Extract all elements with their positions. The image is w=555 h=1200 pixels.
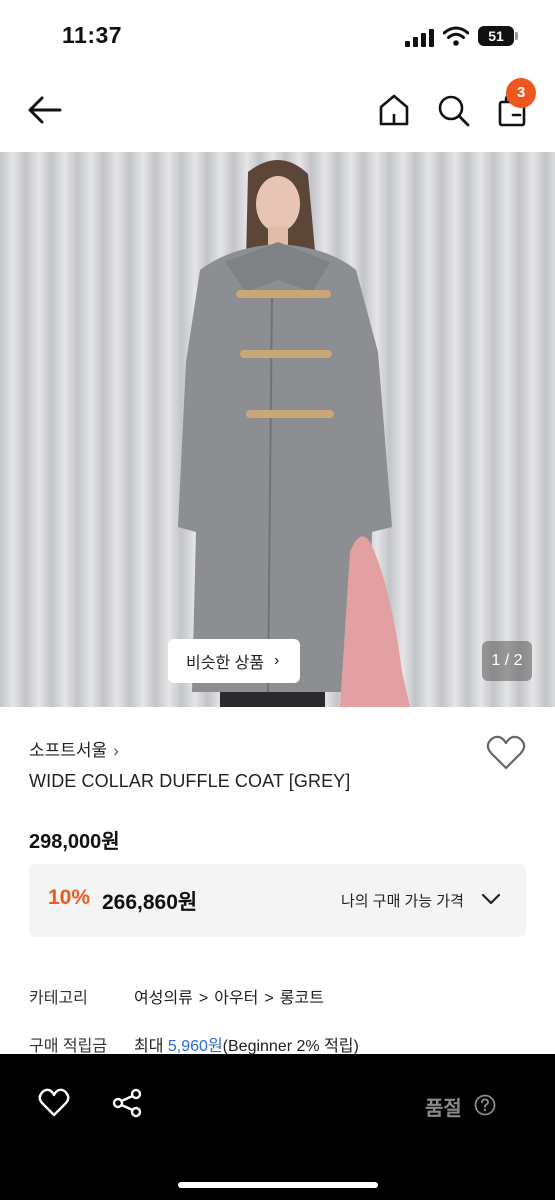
image-page-indicator: 1 / 2 xyxy=(482,641,532,681)
discount-price-box[interactable]: 10% 266,860원 나의 구매 가능 가격 xyxy=(29,864,526,937)
share-icon[interactable] xyxy=(112,1088,142,1118)
points-value: 최대 5,960원(Beginner 2% 적립) xyxy=(134,1032,359,1056)
signal-icon xyxy=(405,29,434,47)
discount-rate: 10% xyxy=(48,886,91,909)
product-photo xyxy=(0,152,555,707)
discount-price: 266,860원 xyxy=(102,891,198,914)
product-name: WIDE COLLAR DUFFLE COAT [GREY] xyxy=(29,771,351,791)
heart-icon[interactable] xyxy=(486,735,526,771)
top-navigation: 3 xyxy=(0,70,555,152)
wifi-icon xyxy=(443,26,469,46)
chevron-right-icon: > xyxy=(198,990,209,1007)
points-amount: 5,960원 xyxy=(167,1038,223,1055)
heart-icon[interactable] xyxy=(38,1088,70,1118)
bottom-action-bar: 품절 xyxy=(0,1054,555,1200)
home-icon[interactable] xyxy=(376,92,412,128)
category-level-1[interactable]: 여성의류 xyxy=(134,990,193,1007)
points-suffix: (Beginner 2% 적립) xyxy=(222,1038,359,1055)
battery-cap xyxy=(515,32,518,40)
home-indicator[interactable] xyxy=(178,1182,378,1188)
category-label: 카테고리 xyxy=(29,990,88,1007)
similar-products-button[interactable]: 비슷한 상품 › xyxy=(168,639,300,683)
sold-out-status: 품절 xyxy=(425,1098,462,1120)
question-icon[interactable] xyxy=(474,1094,496,1116)
my-price-label: 나의 구매 가능 가격 xyxy=(341,893,464,910)
status-time: 11:37 xyxy=(62,22,123,48)
points-label: 구매 적립금 xyxy=(29,1038,108,1055)
product-image[interactable] xyxy=(0,152,555,707)
category-level-2[interactable]: 아우터 xyxy=(214,990,258,1007)
back-arrow-icon[interactable] xyxy=(26,94,64,126)
category-level-3[interactable]: 롱코트 xyxy=(280,990,324,1007)
status-bar: 11:37 51 xyxy=(0,0,555,70)
search-icon[interactable] xyxy=(435,92,471,128)
chevron-right-icon: > xyxy=(264,990,274,1007)
chevron-down-icon xyxy=(481,893,501,905)
chevron-right-icon: › xyxy=(274,652,280,669)
chevron-right-icon: › xyxy=(113,741,119,760)
similar-products-label: 비슷한 상품 xyxy=(186,655,265,672)
original-price: 298,000원 xyxy=(29,831,120,853)
brand-link[interactable]: 소프트서울 › xyxy=(29,736,119,761)
points-prefix: 최대 xyxy=(134,1038,164,1055)
brand-name: 소프트서울 xyxy=(29,741,108,760)
cart-count-badge: 3 xyxy=(506,78,536,108)
category-breadcrumb: 여성의류 > 아우터 > 롱코트 xyxy=(134,984,324,1008)
battery-level: 51 xyxy=(488,28,504,44)
